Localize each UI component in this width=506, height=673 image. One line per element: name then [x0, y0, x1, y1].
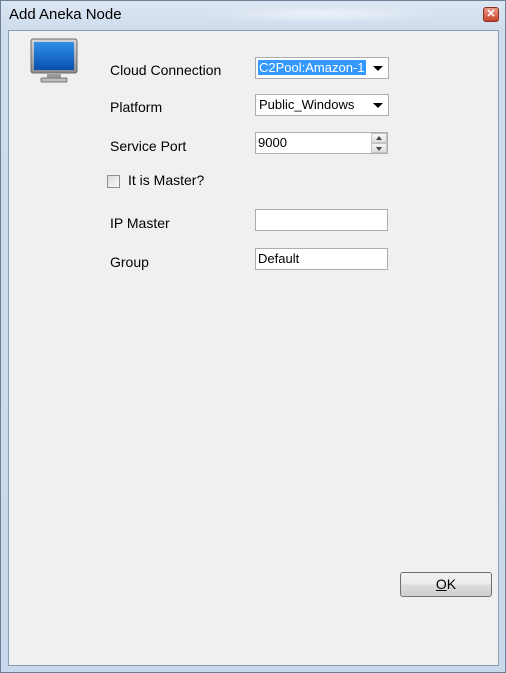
- group-value: Default: [258, 251, 300, 266]
- spin-up-button[interactable]: [371, 133, 387, 143]
- ip-master-field[interactable]: [255, 209, 388, 231]
- window-title: Add Aneka Node: [9, 6, 122, 23]
- is-master-label: It is Master?: [128, 172, 205, 188]
- service-port-label: Service Port: [110, 138, 187, 154]
- ok-label-mnemonic: O: [435, 576, 447, 592]
- close-button[interactable]: ✕: [483, 7, 499, 22]
- close-icon: ✕: [486, 8, 496, 20]
- service-port-value: 9000: [258, 135, 287, 150]
- chevron-down-icon: [373, 66, 383, 71]
- cloud-connection-label: Cloud Connection: [110, 62, 222, 78]
- spin-buttons: [371, 133, 387, 153]
- platform-select[interactable]: Public_Windows: [255, 94, 389, 116]
- group-label: Group: [110, 254, 149, 270]
- platform-label: Platform: [110, 99, 163, 115]
- cloud-connection-value: C2Pool:Amazon-1: [258, 60, 366, 75]
- title-bar-glare: [201, 5, 441, 23]
- chevron-down-icon: [373, 103, 383, 108]
- dialog-window: Add Aneka Node ✕ Cloud Connection C2Pool…: [0, 0, 506, 673]
- title-bar[interactable]: Add Aneka Node ✕: [1, 1, 505, 29]
- cloud-connection-select[interactable]: C2Pool:Amazon-1: [255, 57, 389, 79]
- ok-label-suffix: K: [446, 576, 457, 592]
- monitor-icon: [30, 38, 78, 83]
- ok-button[interactable]: OK: [400, 572, 492, 597]
- spin-down-button[interactable]: [371, 143, 387, 153]
- service-port-stepper[interactable]: 9000: [255, 132, 388, 154]
- is-master-checkbox[interactable]: [107, 175, 120, 188]
- platform-value: Public_Windows: [259, 97, 355, 112]
- ip-master-label: IP Master: [110, 215, 170, 231]
- dialog-client-area: [8, 30, 499, 666]
- group-field[interactable]: Default: [255, 248, 388, 270]
